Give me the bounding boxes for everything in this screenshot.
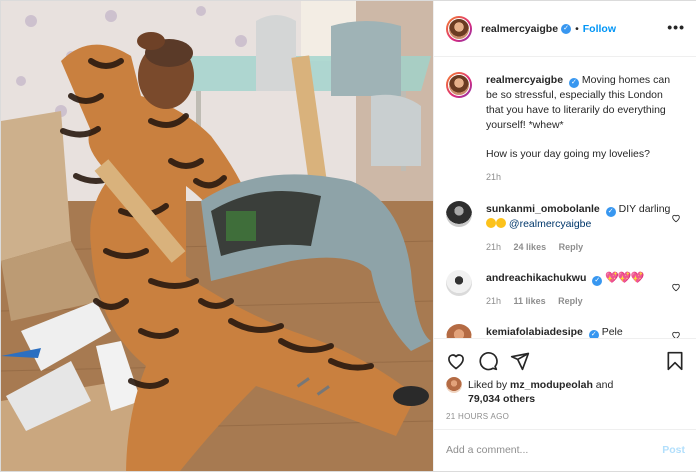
verified-icon: ✓ bbox=[568, 78, 579, 88]
comment-text: DIY darling bbox=[618, 203, 671, 215]
liker-avatar[interactable] bbox=[446, 377, 462, 393]
commenter-avatar[interactable] bbox=[446, 324, 472, 338]
post-side-panel: realmercyaigbe ✓ • Follow ••• realmercya… bbox=[433, 1, 696, 471]
instagram-post: realmercyaigbe ✓ • Follow ••• realmercya… bbox=[0, 0, 696, 472]
post-photo[interactable] bbox=[1, 1, 433, 471]
caption-avatar[interactable] bbox=[446, 72, 472, 98]
like-comment-heart-icon[interactable] bbox=[671, 330, 681, 338]
liker-username[interactable]: mz_modupeolah bbox=[510, 379, 593, 391]
commenter-username[interactable]: sunkanmi_omobolanle bbox=[486, 203, 600, 215]
more-icon[interactable]: ••• bbox=[667, 20, 685, 34]
add-comment-bar: Add a comment... Post bbox=[434, 429, 696, 471]
header-separator: • bbox=[575, 22, 579, 35]
caption-text-2: How is your day going my lovelies? bbox=[486, 148, 650, 160]
like-comment-heart-icon[interactable] bbox=[671, 282, 681, 292]
author-username[interactable]: realmercyaigbe bbox=[481, 23, 558, 35]
commenter-avatar[interactable] bbox=[446, 201, 472, 227]
comment-input[interactable]: Add a comment... bbox=[446, 444, 528, 456]
reply-button[interactable]: Reply bbox=[558, 296, 583, 306]
bookmark-icon[interactable] bbox=[665, 351, 685, 371]
comment-time[interactable]: 21h bbox=[486, 242, 501, 252]
comment-likes[interactable]: 11 likes bbox=[514, 296, 546, 306]
laughing-emoji-icon bbox=[496, 218, 506, 228]
likes-count[interactable]: 79,034 others bbox=[468, 393, 535, 405]
post-actions: Liked by mz_modupeolah and 79,034 others… bbox=[434, 338, 696, 438]
commenter-username[interactable]: andreachikachukwu bbox=[486, 272, 586, 284]
like-comment-heart-icon[interactable] bbox=[671, 213, 681, 223]
heart-icon[interactable] bbox=[446, 351, 466, 371]
comment-icon[interactable] bbox=[478, 351, 498, 371]
caption-username[interactable]: realmercyaigbe bbox=[486, 74, 563, 86]
likes-prefix: Liked by bbox=[468, 379, 508, 391]
post-comment-button[interactable]: Post bbox=[662, 444, 685, 456]
laughing-emoji-icon bbox=[486, 218, 496, 228]
post-header: realmercyaigbe ✓ • Follow ••• bbox=[434, 1, 696, 57]
commenter-username[interactable]: kemiafolabiadesipe bbox=[486, 326, 583, 338]
post-photo-illustration bbox=[1, 1, 433, 471]
verified-icon: ✓ bbox=[561, 23, 572, 34]
verified-icon: ✓ bbox=[592, 276, 603, 286]
share-icon[interactable] bbox=[510, 351, 530, 371]
verified-icon: ✓ bbox=[605, 207, 616, 217]
post-timestamp[interactable]: 21 HOURS AGO bbox=[446, 412, 509, 421]
comment-text: Pele bbox=[601, 326, 623, 338]
comment-time[interactable]: 21h bbox=[486, 296, 501, 306]
comment-mention-link[interactable]: @realmercyaigbe bbox=[509, 218, 591, 230]
verified-icon: ✓ bbox=[588, 330, 599, 338]
comments-list[interactable]: realmercyaigbe ✓ Moving homes can be so … bbox=[434, 58, 696, 338]
follow-button[interactable]: Follow bbox=[583, 23, 616, 35]
comment-emoji-text: 💖💖💖 bbox=[605, 272, 644, 284]
reply-button[interactable]: Reply bbox=[559, 242, 584, 252]
likes-and: and bbox=[595, 379, 614, 391]
author-avatar[interactable] bbox=[446, 15, 472, 42]
commenter-avatar[interactable] bbox=[446, 270, 472, 296]
comment-likes[interactable]: 24 likes bbox=[514, 242, 547, 252]
caption-time[interactable]: 21h bbox=[486, 172, 501, 182]
